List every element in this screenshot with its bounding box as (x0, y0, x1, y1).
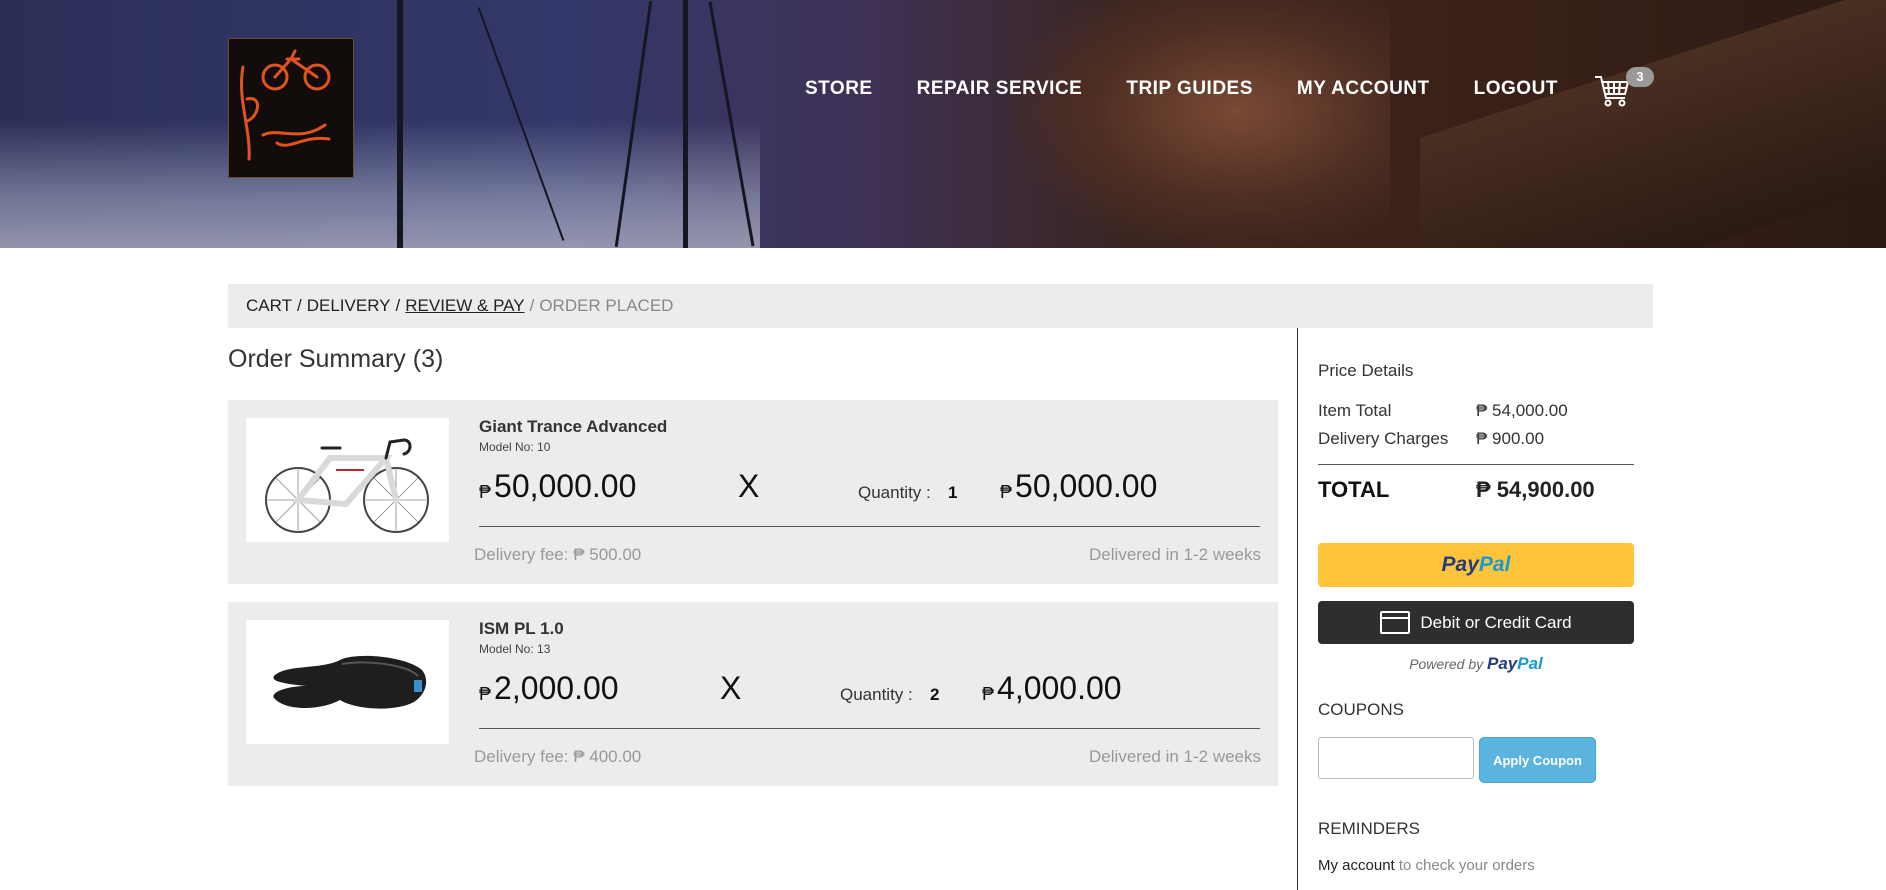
hero-mast (683, 0, 688, 248)
delivery-eta: Delivered in 1-2 weeks (1089, 747, 1261, 766)
breadcrumb-separator: / (296, 296, 302, 315)
total-label: TOTAL (1318, 477, 1390, 502)
breadcrumb-separator: / (529, 296, 535, 315)
my-account-link[interactable]: My account (1318, 857, 1395, 874)
item-divider (479, 728, 1260, 729)
road-bike-image[interactable] (246, 418, 449, 542)
delivery-charges-label: Delivery Charges (1318, 429, 1449, 448)
quantity-label: Quantity : (858, 483, 931, 502)
currency-symbol: ₱ (479, 482, 492, 502)
item-total-value: ₱ 54,000.00 (1476, 401, 1568, 420)
nav-trip-guides[interactable]: TRIP GUIDES (1126, 78, 1253, 100)
apply-coupon-button[interactable]: Apply Coupon (1479, 737, 1596, 783)
nav-logout[interactable]: LOGOUT (1474, 78, 1558, 100)
item-model: Model No: 13 (479, 642, 551, 656)
reminders-text: My account to check your orders (1318, 857, 1535, 874)
times-sign: X (720, 670, 742, 706)
currency-symbol: ₱ (982, 684, 995, 704)
item-subtotal-value: 4,000.00 (997, 670, 1122, 706)
item-subtotal-value: 50,000.00 (1015, 468, 1158, 504)
breadcrumb-order-placed: ORDER PLACED (539, 296, 674, 315)
item-unit-price: ₱50,000.00 (479, 468, 636, 505)
breadcrumb-review-pay[interactable]: REVIEW & PAY (405, 296, 524, 315)
paypal-logo-text: Pay (1487, 654, 1518, 673)
quantity-value: 2 (930, 685, 940, 704)
reminders-body: to check your orders (1394, 857, 1535, 874)
delivery-charges-value: ₱ 900.00 (1476, 429, 1545, 448)
item-subtotal: ₱50,000.00 (1000, 468, 1157, 505)
price-details-title: Price Details (1318, 361, 1414, 380)
times-sign: X (738, 468, 760, 504)
hero-deck (1420, 0, 1886, 248)
nav-repair-service[interactable]: REPAIR SERVICE (917, 78, 1083, 100)
reminders-title: REMINDERS (1318, 819, 1421, 838)
card-button-label: Debit or Credit Card (1420, 612, 1572, 632)
powered-by-text: Powered by (1409, 656, 1484, 672)
nav-store[interactable]: STORE (805, 78, 873, 100)
shopping-cart-icon[interactable] (1594, 74, 1630, 108)
item-name[interactable]: Giant Trance Advanced (479, 417, 667, 437)
quantity-value: 1 (948, 483, 958, 502)
hero-mast (397, 0, 403, 248)
powered-by-paypal: Powered by PayPal (1318, 654, 1634, 674)
quantity-label: Quantity : (840, 685, 913, 704)
site-logo[interactable] (228, 38, 354, 178)
item-unit-price: ₱2,000.00 (479, 670, 619, 707)
cart-count-badge[interactable]: 3 (1626, 67, 1654, 87)
delivery-fee: Delivery fee: ₱ 500.00 (474, 545, 642, 564)
delivery-fee: Delivery fee: ₱ 400.00 (474, 747, 642, 766)
currency-symbol: ₱ (479, 684, 492, 704)
bicycle-logo-icon (240, 49, 331, 161)
bike-saddle-image[interactable] (246, 620, 449, 744)
item-unit-price-value: 50,000.00 (494, 468, 637, 504)
breadcrumb-cart[interactable]: CART (246, 296, 292, 315)
coupons-title: COUPONS (1318, 700, 1404, 719)
coupon-input[interactable] (1318, 737, 1474, 779)
breadcrumb-separator: / (395, 296, 401, 315)
paypal-button[interactable]: PayPal (1318, 543, 1634, 587)
order-summary-title: Order Summary (3) (228, 345, 444, 373)
nav-my-account[interactable]: MY ACCOUNT (1297, 78, 1430, 100)
hero-sky (0, 120, 760, 248)
credit-card-icon (1380, 611, 1411, 634)
column-divider (1297, 328, 1298, 890)
item-unit-price-value: 2,000.00 (494, 670, 619, 706)
hero-cyclist (1010, 0, 1390, 248)
total-divider (1318, 464, 1634, 465)
breadcrumb-delivery[interactable]: DELIVERY (307, 296, 391, 315)
debit-credit-card-button[interactable]: Debit or Credit Card (1318, 601, 1634, 644)
breadcrumb: CART / DELIVERY / REVIEW & PAY / ORDER PLACED (228, 284, 1653, 328)
cart-item: ISM PL 1.0 Model No: 13 ₱2,000.00 X Quan… (228, 602, 1278, 786)
main-nav: STORE REPAIR SERVICE TRIP GUIDES MY ACCO… (805, 78, 1602, 100)
paypal-logo-text: Pal (1478, 553, 1511, 576)
paypal-logo-text: Pay (1441, 553, 1479, 576)
cart-item: Giant Trance Advanced Model No: 10 ₱50,0… (228, 400, 1278, 584)
paypal-logo-text: Pal (1517, 654, 1543, 673)
item-subtotal: ₱4,000.00 (982, 670, 1122, 707)
item-model: Model No: 10 (479, 440, 551, 454)
item-divider (479, 526, 1260, 527)
total-value: ₱ 54,900.00 (1476, 477, 1595, 502)
delivery-eta: Delivered in 1-2 weeks (1089, 545, 1261, 564)
item-name[interactable]: ISM PL 1.0 (479, 619, 564, 639)
item-total-label: Item Total (1318, 401, 1392, 420)
currency-symbol: ₱ (1000, 482, 1013, 502)
